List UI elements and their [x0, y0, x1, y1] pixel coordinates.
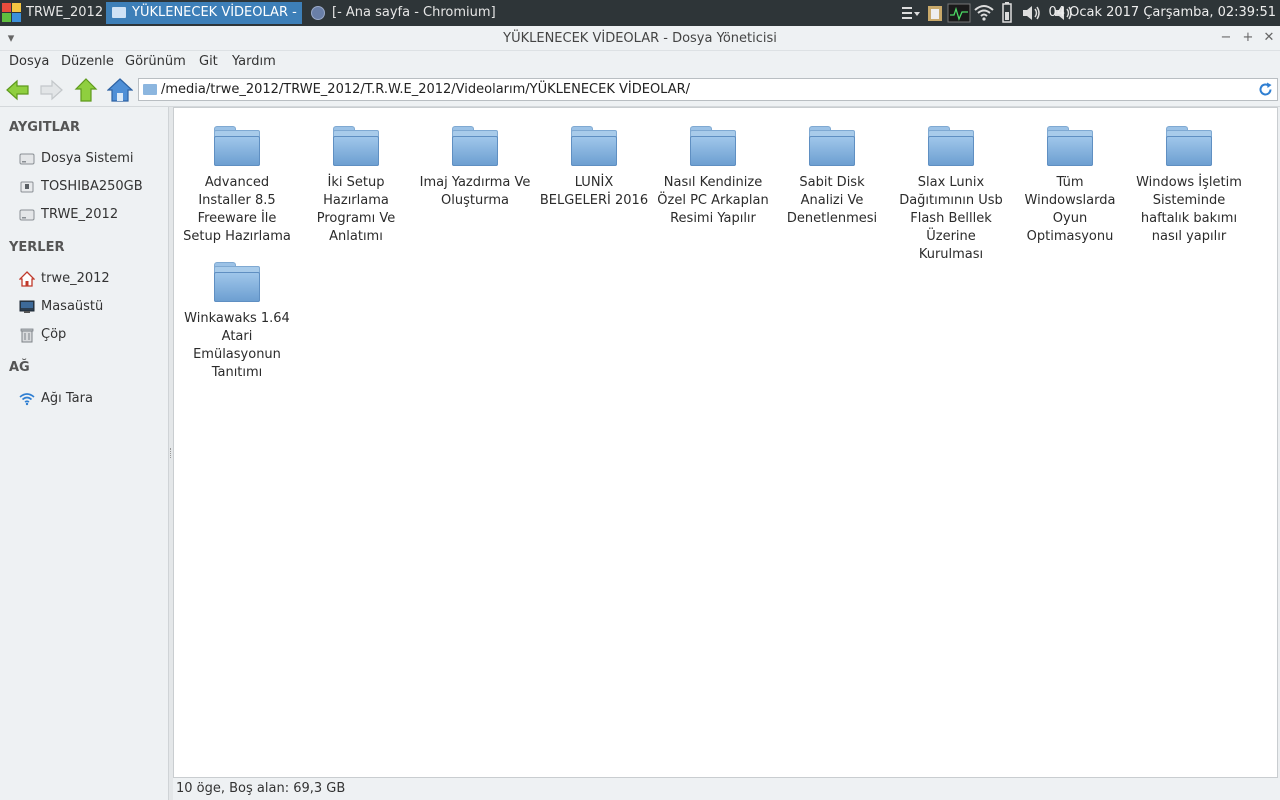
folder-item[interactable]: Imaj Yazdırma Ve Oluşturma [419, 126, 531, 210]
folder-icon [1047, 126, 1093, 166]
home-icon [106, 78, 134, 102]
home-button[interactable] [106, 77, 134, 103]
folder-icon [1166, 126, 1212, 166]
maximize-button[interactable]: + [1240, 30, 1256, 46]
window-title: YÜKLENECEK VİDEOLAR - Dosya Yöneticisi [503, 31, 777, 46]
folder-name: Sabit Disk Analizi Ve Denetlenmesi [786, 175, 878, 226]
sidebar: AYGITLAR Dosya Sistemi TOSHIBA250GB TRWE… [0, 107, 169, 800]
folder-icon [143, 84, 157, 95]
folder-icon [112, 7, 126, 18]
sidebar-item-trwe[interactable]: TRWE_2012 [0, 202, 168, 228]
sidebar-item-label: Masaüstü [41, 299, 104, 314]
back-arrow-icon [6, 79, 29, 101]
folder-item[interactable]: Windows İşletim Sisteminde haftalık bakı… [1133, 126, 1245, 246]
folder-item[interactable]: Tüm Windowslarda Oyun Optimasyonu [1014, 126, 1126, 246]
folder-name: Advanced Installer 8.5 Freeware İle Setu… [183, 175, 291, 244]
folder-icon [214, 262, 260, 302]
task-file-manager[interactable]: YÜKLENECEK VİDEOLAR - ... [106, 2, 302, 24]
folder-icon [452, 126, 498, 166]
battery-icon[interactable] [999, 0, 1015, 26]
folder-name: Winkawaks 1.64 Atari Emülasyonun Tanıtım… [184, 311, 290, 380]
folder-icon [214, 126, 260, 166]
minimize-button[interactable]: − [1218, 30, 1234, 46]
folder-name: Windows İşletim Sisteminde haftalık bakı… [1136, 175, 1242, 244]
sidebar-header-places: YERLER [9, 240, 65, 255]
status-text: 10 öge, Boş alan: 69,3 GB [176, 781, 346, 796]
task-chromium-label: [- Ana sayfa - Chromium] [332, 5, 496, 20]
sidebar-item-desktop[interactable]: Masaüstü [0, 294, 168, 320]
sidebar-item-toshiba[interactable]: TOSHIBA250GB [0, 174, 168, 200]
folder-name: Tüm Windowslarda Oyun Optimasyonu [1024, 175, 1116, 244]
folder-item[interactable]: Advanced Installer 8.5 Freeware İle Setu… [181, 126, 293, 246]
chromium-icon [311, 6, 325, 20]
location-bar[interactable]: /media/trwe_2012/TRWE_2012/T.R.W.E_2012/… [138, 78, 1278, 101]
folder-item[interactable]: Nasıl Kendinize Özel PC Arkaplan Resimi … [657, 126, 769, 228]
drive-icon [19, 153, 35, 165]
sidebar-item-label: TOSHIBA250GB [41, 179, 143, 194]
menubar: Dosya Düzenle Görünüm Git Yardım [0, 51, 1280, 73]
folder-icon [809, 126, 855, 166]
folder-item[interactable]: İki Setup Hazırlama Programı Ve Anlatımı [300, 126, 412, 246]
sidebar-header-network: AĞ [9, 360, 30, 375]
folder-icon [690, 126, 736, 166]
folder-name: Slax Lunix Dağıtımının Usb Flash Belllek… [899, 175, 1003, 262]
sidebar-item-trash[interactable]: Çöp [0, 322, 168, 348]
usb-drive-icon [20, 181, 34, 193]
desktop-icon [19, 300, 35, 313]
folder-item[interactable]: Slax Lunix Dağıtımının Usb Flash Belllek… [895, 126, 1007, 264]
up-button[interactable] [73, 77, 99, 103]
status-bar: 10 öge, Boş alan: 69,3 GB [173, 778, 1280, 800]
task-chromium[interactable]: [- Ana sayfa - Chromium] [306, 2, 496, 24]
folder-name: Imaj Yazdırma Ve Oluşturma [419, 175, 531, 208]
file-view[interactable]: Advanced Installer 8.5 Freeware İle Setu… [173, 107, 1278, 778]
task-file-manager-label: YÜKLENECEK VİDEOLAR - ... [132, 5, 302, 20]
sidebar-item-label: Çöp [41, 327, 67, 342]
up-arrow-icon [74, 78, 98, 102]
sidebar-item-browse-network[interactable]: Ağı Tara [0, 386, 168, 412]
location-path[interactable]: /media/trwe_2012/TRWE_2012/T.R.W.E_2012/… [161, 79, 690, 100]
clipboard-icon[interactable] [925, 0, 945, 26]
forward-button[interactable] [38, 77, 64, 103]
home-icon [19, 271, 35, 287]
folder-icon [333, 126, 379, 166]
menu-gorunum[interactable]: Görünüm [125, 51, 186, 72]
clock[interactable]: 04 Ocak 2017 Çarşamba, 02:39:51 [1048, 0, 1276, 26]
sidebar-item-filesystem[interactable]: Dosya Sistemi [0, 146, 168, 172]
reload-button[interactable] [1257, 81, 1274, 98]
forward-arrow-icon [40, 79, 63, 101]
window-titlebar[interactable]: ▾ YÜKLENECEK VİDEOLAR - Dosya Yöneticisi… [0, 26, 1280, 51]
trash-icon [20, 328, 34, 343]
menu-yardim[interactable]: Yardım [232, 51, 276, 72]
system-monitor-icon[interactable] [947, 0, 971, 26]
folder-item[interactable]: Sabit Disk Analizi Ve Denetlenmesi [776, 126, 888, 228]
network-icon [19, 393, 35, 406]
toolbar: /media/trwe_2012/TRWE_2012/T.R.W.E_2012/… [0, 73, 1280, 107]
close-button[interactable]: ✕ [1261, 30, 1277, 46]
folder-name: Nasıl Kendinize Özel PC Arkaplan Resimi … [657, 175, 769, 226]
sidebar-header-devices: AYGITLAR [9, 120, 80, 135]
start-menu-label[interactable]: TRWE_2012 [26, 2, 103, 24]
menu-git[interactable]: Git [199, 51, 218, 72]
reload-icon [1259, 82, 1272, 96]
menu-list-icon[interactable] [900, 0, 922, 26]
folder-name: İki Setup Hazırlama Programı Ve Anlatımı [316, 175, 396, 244]
wifi-icon[interactable] [973, 0, 995, 26]
back-button[interactable] [5, 77, 31, 103]
menu-dosya[interactable]: Dosya [9, 51, 49, 72]
folder-item[interactable]: Winkawaks 1.64 Atari Emülasyonun Tanıtım… [181, 262, 293, 382]
sidebar-item-label: TRWE_2012 [41, 207, 119, 222]
folder-icon [571, 126, 617, 166]
menu-duzenle[interactable]: Düzenle [61, 51, 114, 72]
sidebar-item-label: Ağı Tara [41, 391, 93, 406]
start-menu-icon[interactable] [2, 3, 22, 23]
drive-icon [19, 209, 35, 221]
folder-name: LUNİX BELGELERİ 2016 [539, 175, 649, 208]
sidebar-item-home[interactable]: trwe_2012 [0, 266, 168, 292]
sidebar-item-label: Dosya Sistemi [41, 151, 134, 166]
folder-icon [928, 126, 974, 166]
volume-icon[interactable] [1020, 0, 1044, 26]
sidebar-item-label: trwe_2012 [41, 271, 110, 286]
folder-item[interactable]: LUNİX BELGELERİ 2016 [538, 126, 650, 210]
taskbar: TRWE_2012 YÜKLENECEK VİDEOLAR - ... [- A… [0, 0, 1280, 26]
